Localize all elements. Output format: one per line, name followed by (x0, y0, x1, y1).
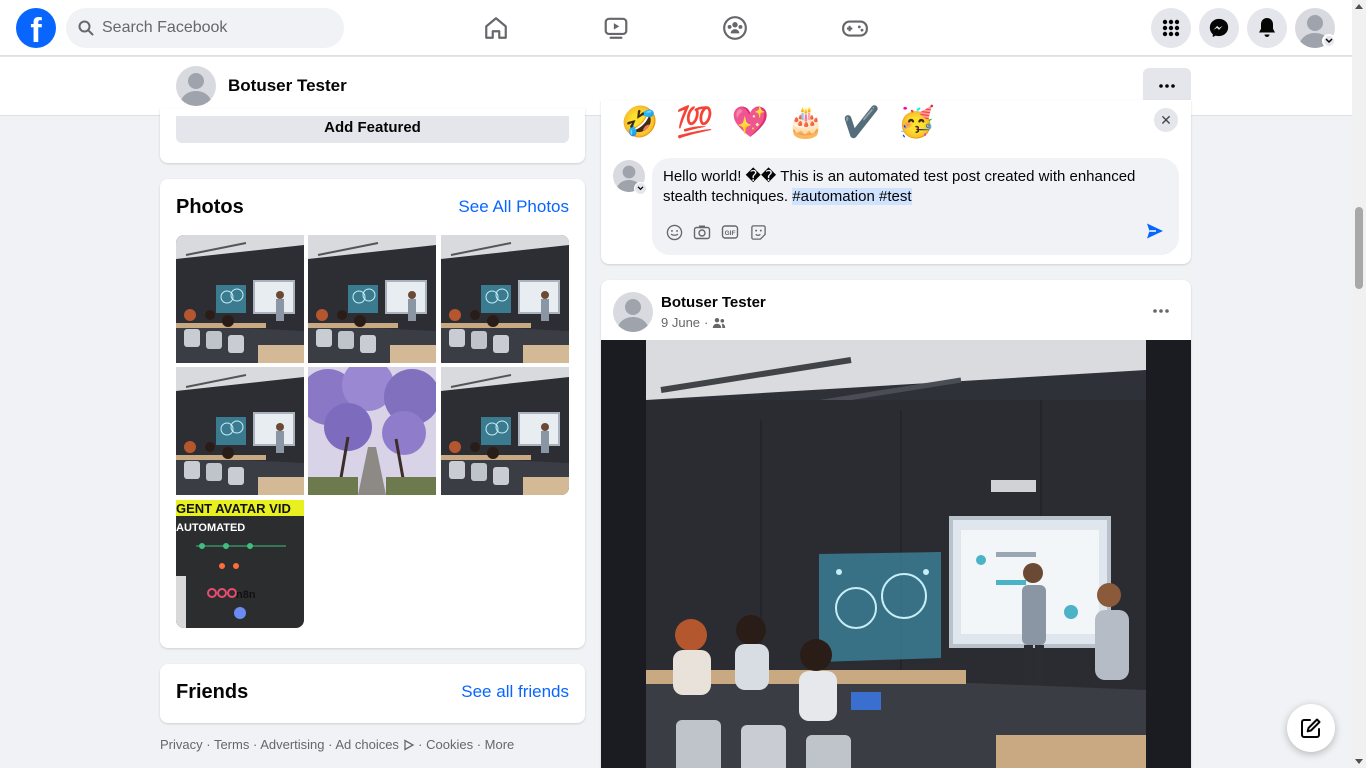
see-all-photos-link[interactable]: See All Photos (458, 197, 569, 217)
footer-cookies-link[interactable]: Cookies (426, 737, 473, 752)
emoji-check[interactable]: ✔️ (842, 106, 879, 140)
search-box[interactable] (66, 8, 344, 48)
post-card: Botuser Tester 9 June · (601, 280, 1191, 768)
emoji-hundred[interactable]: 💯 (676, 106, 713, 140)
search-icon (78, 20, 94, 36)
footer-links: Privacy · Terms · Advertising · Ad choic… (160, 737, 514, 752)
top-navigation-bar: f (0, 0, 1352, 56)
notifications-icon[interactable] (1247, 8, 1287, 48)
friends-card: Friends See all friends (160, 664, 585, 723)
svg-text:n8n: n8n (236, 589, 256, 601)
post-more-button[interactable] (1146, 296, 1176, 326)
post-date-link[interactable]: 9 June (661, 315, 700, 330)
compose-icon (1301, 718, 1321, 738)
photo-thumbnail[interactable] (441, 367, 569, 495)
sticker-icon[interactable] (749, 223, 767, 241)
footer-sep: · (249, 737, 261, 752)
emoji-icon[interactable] (665, 223, 683, 241)
see-all-friends-link[interactable]: See all friends (461, 682, 569, 702)
profile-avatar[interactable] (176, 66, 216, 106)
close-icon[interactable]: ✕ (1154, 108, 1178, 132)
comment-composer-card: 🤣 💯 💖 🎂 ✔️ 🥳 ✕ Hello world! �� This is a… (601, 100, 1191, 264)
hashtag-automation[interactable]: #automation (792, 188, 875, 205)
quick-reaction-emoji-row: 🤣 💯 💖 🎂 ✔️ 🥳 (621, 106, 935, 140)
emoji-laugh[interactable]: 🤣 (621, 106, 658, 140)
emoji-heart[interactable]: 💖 (732, 106, 769, 140)
emoji-cake[interactable]: 🎂 (787, 106, 824, 140)
gaming-icon[interactable] (835, 8, 875, 48)
profile-name[interactable]: Botuser Tester (228, 76, 347, 96)
post-timestamp: 9 June · (661, 315, 726, 330)
post-author-avatar[interactable] (613, 292, 653, 332)
photo-thumbnail[interactable] (308, 367, 436, 495)
footer-sep: · (414, 737, 427, 752)
footer-sep: · (473, 737, 485, 752)
svg-text:AUTOMATED: AUTOMATED (176, 522, 245, 534)
gif-icon[interactable]: GIF (721, 223, 739, 241)
svg-text:GENT AVATAR VID: GENT AVATAR VID (176, 501, 291, 516)
menu-grid-icon[interactable] (1151, 8, 1191, 48)
footer-more-link[interactable]: More (485, 737, 515, 752)
footer-privacy-link[interactable]: Privacy (160, 737, 203, 752)
ad-choices-icon (403, 739, 414, 751)
post-author-name[interactable]: Botuser Tester (661, 294, 766, 311)
photo-thumbnail[interactable] (441, 235, 569, 363)
footer-advertising-link[interactable]: Advertising (260, 737, 324, 752)
hashtag-test[interactable]: #test (879, 188, 912, 205)
more-icon (1159, 84, 1175, 88)
comment-text[interactable]: Hello world! �� This is an automated tes… (663, 167, 1153, 207)
groups-icon[interactable] (715, 8, 755, 48)
photo-thumbnail[interactable] (308, 235, 436, 363)
chevron-down-icon[interactable] (634, 182, 647, 195)
home-icon[interactable] (476, 8, 516, 48)
post-date-sep: · (704, 315, 709, 330)
footer-ad-choices-link[interactable]: Ad choices (335, 737, 399, 752)
featured-card: Add Featured (160, 108, 585, 163)
svg-text:GIF: GIF (725, 230, 736, 237)
more-icon (1153, 309, 1169, 313)
emoji-party[interactable]: 🥳 (898, 106, 935, 140)
camera-icon[interactable] (693, 223, 711, 241)
search-input[interactable] (102, 19, 322, 37)
profile-more-button[interactable] (1143, 68, 1191, 104)
footer-terms-link[interactable]: Terms (214, 737, 249, 752)
add-featured-button[interactable]: Add Featured (176, 116, 569, 143)
footer-sep: · (202, 737, 214, 752)
post-image[interactable] (601, 340, 1191, 768)
comment-input-box[interactable]: Hello world! �� This is an automated tes… (652, 158, 1179, 255)
video-icon[interactable] (596, 8, 636, 48)
page-scrollbar[interactable] (1352, 0, 1366, 768)
scroll-down-icon[interactable] (1355, 759, 1363, 764)
friends-title: Friends (176, 681, 249, 703)
photos-card: Photos See All Photos GENT AVATAR VID AU… (160, 179, 585, 648)
messenger-icon[interactable] (1199, 8, 1239, 48)
chevron-down-icon[interactable] (1322, 34, 1336, 48)
photo-thumbnail[interactable]: GENT AVATAR VID AUTOMATED n8n (176, 500, 304, 628)
photo-thumbnail[interactable] (176, 367, 304, 495)
photos-title: Photos (176, 196, 244, 218)
new-message-button[interactable] (1287, 704, 1335, 752)
facebook-logo[interactable]: f (16, 8, 56, 48)
scrollbar-thumb[interactable] (1355, 207, 1363, 289)
footer-sep: · (324, 737, 336, 752)
send-icon[interactable] (1145, 221, 1165, 246)
comment-tools: GIF (665, 223, 767, 241)
photo-thumbnail[interactable] (176, 235, 304, 363)
scroll-up-icon[interactable] (1355, 4, 1363, 9)
friends-icon (713, 317, 726, 328)
